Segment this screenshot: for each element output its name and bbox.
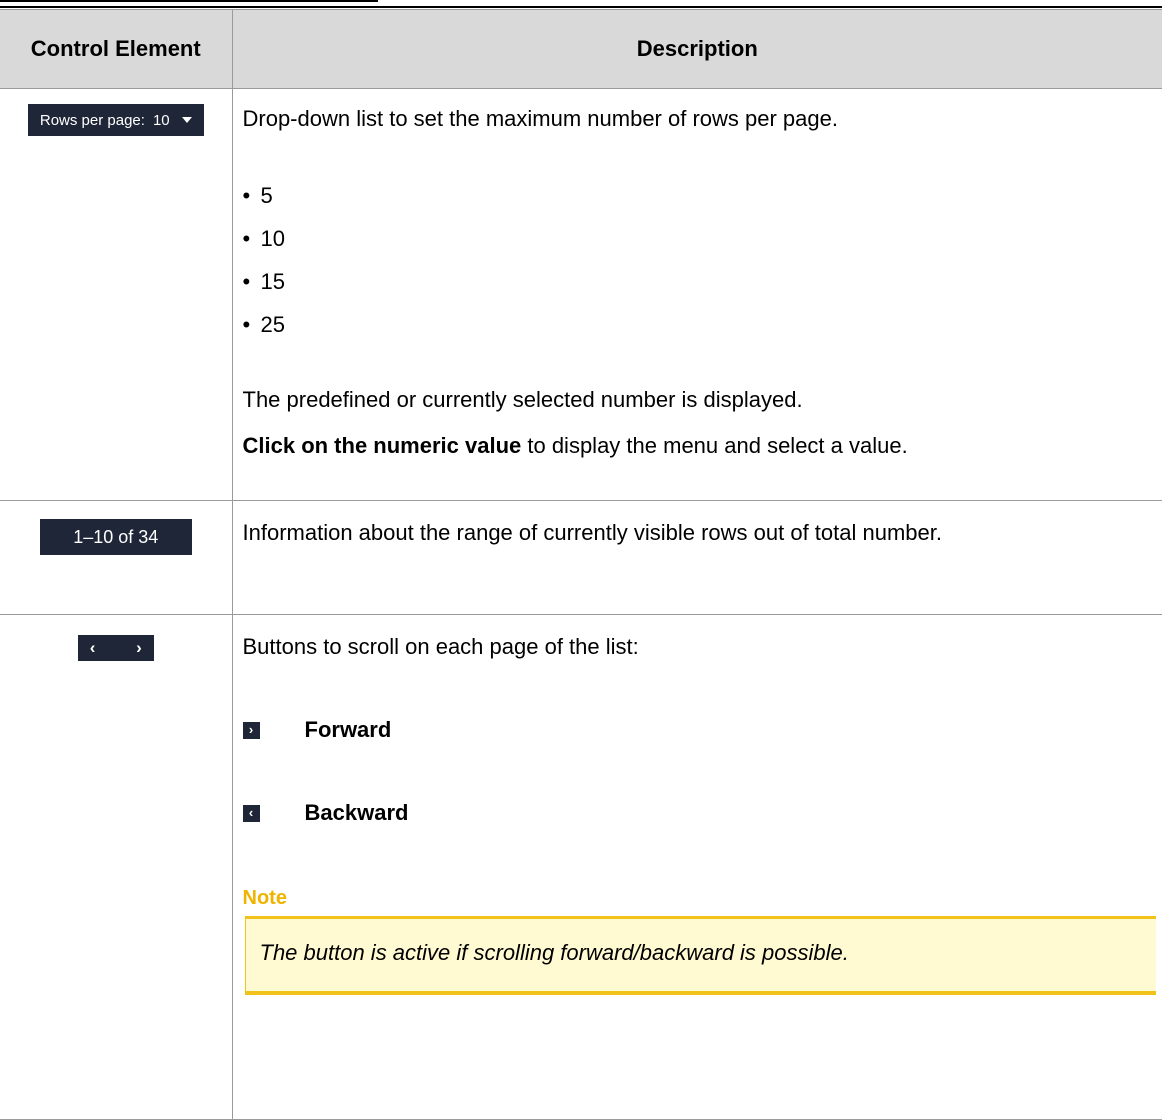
- control-cell: ‹ ›: [0, 615, 232, 1120]
- backward-item: ‹ Backward: [243, 798, 1162, 828]
- chevron-left-icon[interactable]: ‹: [90, 638, 96, 658]
- description-cell: Buttons to scroll on each page of the li…: [232, 615, 1162, 1120]
- instruction-rest: to display the menu and select a value.: [521, 433, 907, 458]
- chevron-right-icon: ›: [243, 722, 260, 739]
- description-cell: Information about the range of currently…: [232, 501, 1162, 615]
- note-text: The button is active if scrolling forwar…: [260, 940, 849, 965]
- rows-per-page-options: 5 10 15 25: [243, 174, 1162, 346]
- nav-intro: Buttons to scroll on each page of the li…: [243, 633, 1162, 661]
- control-elements-table: Control Element Description Rows per pag…: [0, 9, 1162, 1120]
- table-row: ‹ › Buttons to scroll on each page of th…: [0, 615, 1162, 1120]
- note-box: The button is active if scrolling forwar…: [245, 916, 1157, 995]
- rows-per-page-label: Rows per page:: [40, 112, 145, 129]
- table-row: 1–10 of 34 Information about the range o…: [0, 501, 1162, 615]
- description-cell: Drop-down list to set the maximum number…: [232, 89, 1162, 501]
- note-title: Note: [243, 884, 1162, 912]
- control-cell: 1–10 of 34: [0, 501, 232, 615]
- page-nav-buttons: ‹ ›: [78, 635, 154, 661]
- list-item: 15: [243, 260, 1162, 303]
- backward-label: Backward: [305, 799, 409, 827]
- rows-per-page-intro: Drop-down list to set the maximum number…: [243, 105, 1162, 133]
- rows-per-page-dropdown[interactable]: Rows per page: 10: [28, 104, 204, 136]
- table-header-row: Control Element Description: [0, 10, 1162, 89]
- range-indicator: 1–10 of 34: [40, 519, 192, 555]
- header-control-element: Control Element: [0, 10, 232, 89]
- rows-per-page-value[interactable]: 10: [153, 112, 170, 129]
- rows-per-page-info: The predefined or currently selected num…: [243, 386, 1162, 414]
- header-description: Description: [232, 10, 1162, 89]
- list-item: 5: [243, 174, 1162, 217]
- table-row: Rows per page: 10 Drop-down list to set …: [0, 89, 1162, 501]
- caret-down-icon[interactable]: [182, 117, 192, 123]
- chevron-left-icon: ‹: [243, 805, 260, 822]
- chevron-right-icon[interactable]: ›: [136, 638, 142, 658]
- heading-underline: [0, 0, 378, 2]
- list-item: 10: [243, 217, 1162, 260]
- top-rule: [0, 6, 1162, 8]
- rows-per-page-instruction: Click on the numeric value to display th…: [243, 432, 1162, 460]
- list-item: 25: [243, 303, 1162, 346]
- forward-item: › Forward: [243, 715, 1162, 745]
- control-cell: Rows per page: 10: [0, 89, 232, 501]
- range-description: Information about the range of currently…: [243, 519, 1162, 547]
- forward-label: Forward: [305, 716, 392, 744]
- instruction-bold: Click on the numeric value: [243, 433, 522, 458]
